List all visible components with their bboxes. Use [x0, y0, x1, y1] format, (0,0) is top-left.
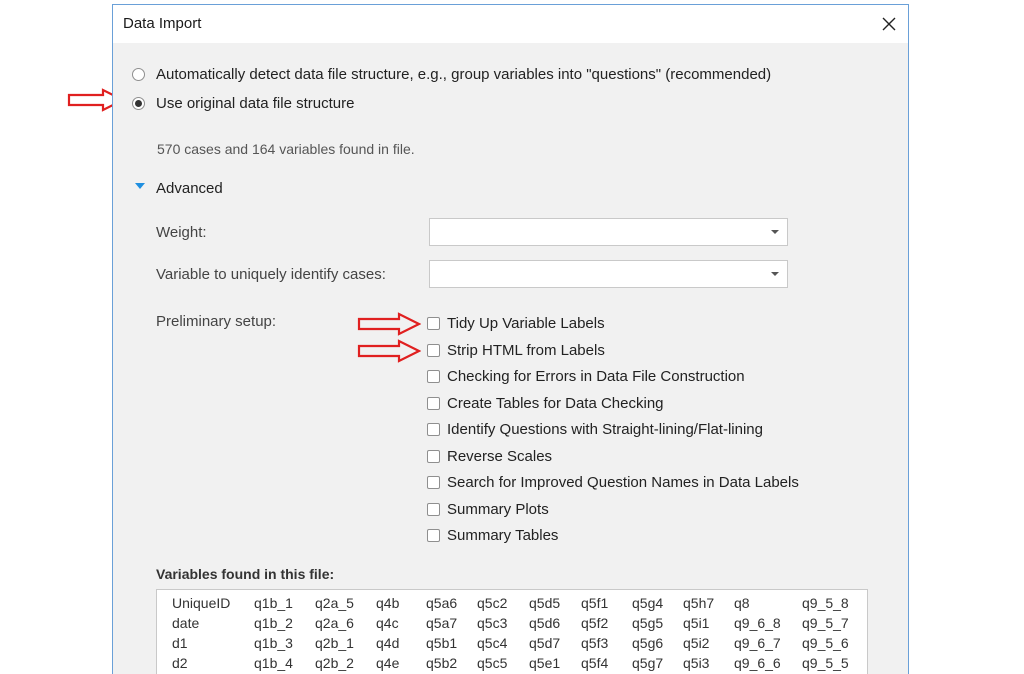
- variable-name: q5h7: [683, 595, 715, 611]
- radio-original-structure-button[interactable]: [132, 97, 145, 110]
- variable-name: q1b_2: [254, 615, 293, 631]
- preliminary-setup-label: Preliminary setup:: [156, 313, 277, 330]
- variable-name: q5d5: [529, 595, 561, 611]
- identify-cases-label: Variable to uniquely identify cases:: [156, 266, 386, 283]
- variable-name: q4b: [376, 595, 400, 611]
- variable-name: q5b1: [426, 635, 458, 651]
- radio-auto-detect-label: Automatically detect data file structure…: [156, 66, 772, 83]
- variable-name: UniqueID: [172, 595, 231, 611]
- variable-name: q5f3: [581, 635, 609, 651]
- variable-name: q5g6: [632, 635, 664, 651]
- variable-name: q5c4: [477, 635, 508, 651]
- checkbox-label: Search for Improved Question Names in Da…: [447, 474, 799, 491]
- data-import-dialog: Data Import Automatically detect data fi…: [112, 4, 909, 674]
- radio-auto-detect-button[interactable]: [132, 68, 145, 81]
- list-item: UniqueID q1b_1 q2a_5 q4b q5a6 q5c2 q5d5 …: [157, 595, 867, 615]
- variable-name: q9_5_6: [802, 635, 849, 651]
- checkbox-label: Tidy Up Variable Labels: [447, 315, 605, 332]
- checkbox-reverse-scales[interactable]: Reverse Scales: [427, 448, 552, 465]
- checkbox-label: Strip HTML from Labels: [447, 342, 605, 359]
- advanced-label: Advanced: [156, 180, 223, 197]
- checkbox-label: Summary Tables: [447, 527, 559, 544]
- dialog-title: Data Import: [123, 15, 202, 32]
- variable-name: q5g5: [632, 615, 664, 631]
- checkbox-summary-tables[interactable]: Summary Tables: [427, 527, 558, 544]
- checkbox[interactable]: [427, 529, 440, 542]
- variable-name: q4c: [376, 615, 399, 631]
- checkbox-straight-lining[interactable]: Identify Questions with Straight-lining/…: [427, 421, 763, 438]
- list-item: date q1b_2 q2a_6 q4c q5a7 q5c3 q5d6 q5f2…: [157, 615, 867, 635]
- checkbox-label: Reverse Scales: [447, 448, 553, 465]
- checkbox-strip-html[interactable]: Strip HTML from Labels: [427, 342, 605, 359]
- expand-triangle-icon: [135, 182, 145, 189]
- variable-name: q2a_6: [315, 615, 354, 631]
- checkbox[interactable]: [427, 370, 440, 383]
- variable-name: q5g4: [632, 595, 664, 611]
- variable-name: q1b_3: [254, 635, 293, 651]
- chevron-down-icon: [771, 230, 779, 234]
- variable-name: d1: [172, 635, 188, 651]
- cases-info-text: 570 cases and 164 variables found in fil…: [157, 141, 415, 157]
- weight-select[interactable]: [429, 218, 788, 246]
- radio-original-structure-label: Use original data file structure: [156, 95, 355, 112]
- chevron-down-icon: [771, 272, 779, 276]
- checkbox-label: Identify Questions with Straight-lining/…: [447, 421, 763, 438]
- checkbox-label: Checking for Errors in Data File Constru…: [447, 368, 745, 385]
- variable-name: q9_5_7: [802, 615, 849, 631]
- variable-name: q1b_1: [254, 595, 293, 611]
- variable-name: q5c2: [477, 595, 508, 611]
- checkbox[interactable]: [427, 397, 440, 410]
- variable-name: q2b_1: [315, 635, 354, 651]
- checkbox-label: Create Tables for Data Checking: [447, 395, 664, 412]
- identify-cases-select[interactable]: [429, 260, 788, 288]
- variable-name: q5a7: [426, 615, 458, 631]
- checkbox-question-names[interactable]: Search for Improved Question Names in Da…: [427, 474, 799, 491]
- checkbox[interactable]: [427, 503, 440, 516]
- close-button[interactable]: [874, 9, 904, 39]
- checkbox[interactable]: [427, 450, 440, 463]
- variable-name: q5f2: [581, 615, 609, 631]
- variable-name: q9_5_8: [802, 595, 849, 611]
- annotation-arrow-strip-html: [357, 339, 421, 363]
- variable-name: q5i1: [683, 615, 710, 631]
- variables-list[interactable]: UniqueID q1b_1 q2a_5 q4b q5a6 q5c2 q5d5 …: [156, 589, 868, 674]
- checkbox-create-tables[interactable]: Create Tables for Data Checking: [427, 395, 664, 412]
- radio-auto-detect[interactable]: Automatically detect data file structure…: [132, 66, 771, 83]
- variable-name: q9_6_8: [734, 615, 781, 631]
- variable-name: q8: [734, 595, 750, 611]
- title-bar: Data Import: [113, 5, 908, 43]
- variables-found-label: Variables found in this file:: [156, 566, 335, 582]
- checkbox[interactable]: [427, 317, 440, 330]
- variable-name: q4d: [376, 635, 400, 651]
- variable-name: q5f1: [581, 595, 609, 611]
- checkbox[interactable]: [427, 344, 440, 357]
- advanced-toggle[interactable]: Advanced: [135, 180, 223, 197]
- close-icon: [882, 17, 896, 31]
- weight-label: Weight:: [156, 224, 207, 241]
- checkbox-tidy-labels[interactable]: Tidy Up Variable Labels: [427, 315, 605, 332]
- checkbox[interactable]: [427, 476, 440, 489]
- variable-name: q5d6: [529, 615, 561, 631]
- variable-name: q5d7: [529, 635, 561, 651]
- checkbox-error-checking[interactable]: Checking for Errors in Data File Constru…: [427, 368, 745, 385]
- checkbox-summary-plots[interactable]: Summary Plots: [427, 501, 549, 518]
- radio-original-structure[interactable]: Use original data file structure: [132, 95, 354, 112]
- variable-name: q5c3: [477, 615, 508, 631]
- variable-name: q2a_5: [315, 595, 354, 611]
- variable-name: q5a6: [426, 595, 458, 611]
- variable-name: date: [172, 615, 200, 631]
- list-item: d2 q1b_4 q2b_2 q4e q5b2 q5c5 q5e1 q5f4 q…: [157, 655, 867, 674]
- variable-name: q5i2: [683, 635, 710, 651]
- annotation-arrow-tidy: [357, 312, 421, 336]
- list-item: d1 q1b_3 q2b_1 q4d q5b1 q5c4 q5d7 q5f3 q…: [157, 635, 867, 655]
- checkbox[interactable]: [427, 423, 440, 436]
- checkbox-label: Summary Plots: [447, 501, 549, 518]
- variable-name: q9_6_7: [734, 635, 781, 651]
